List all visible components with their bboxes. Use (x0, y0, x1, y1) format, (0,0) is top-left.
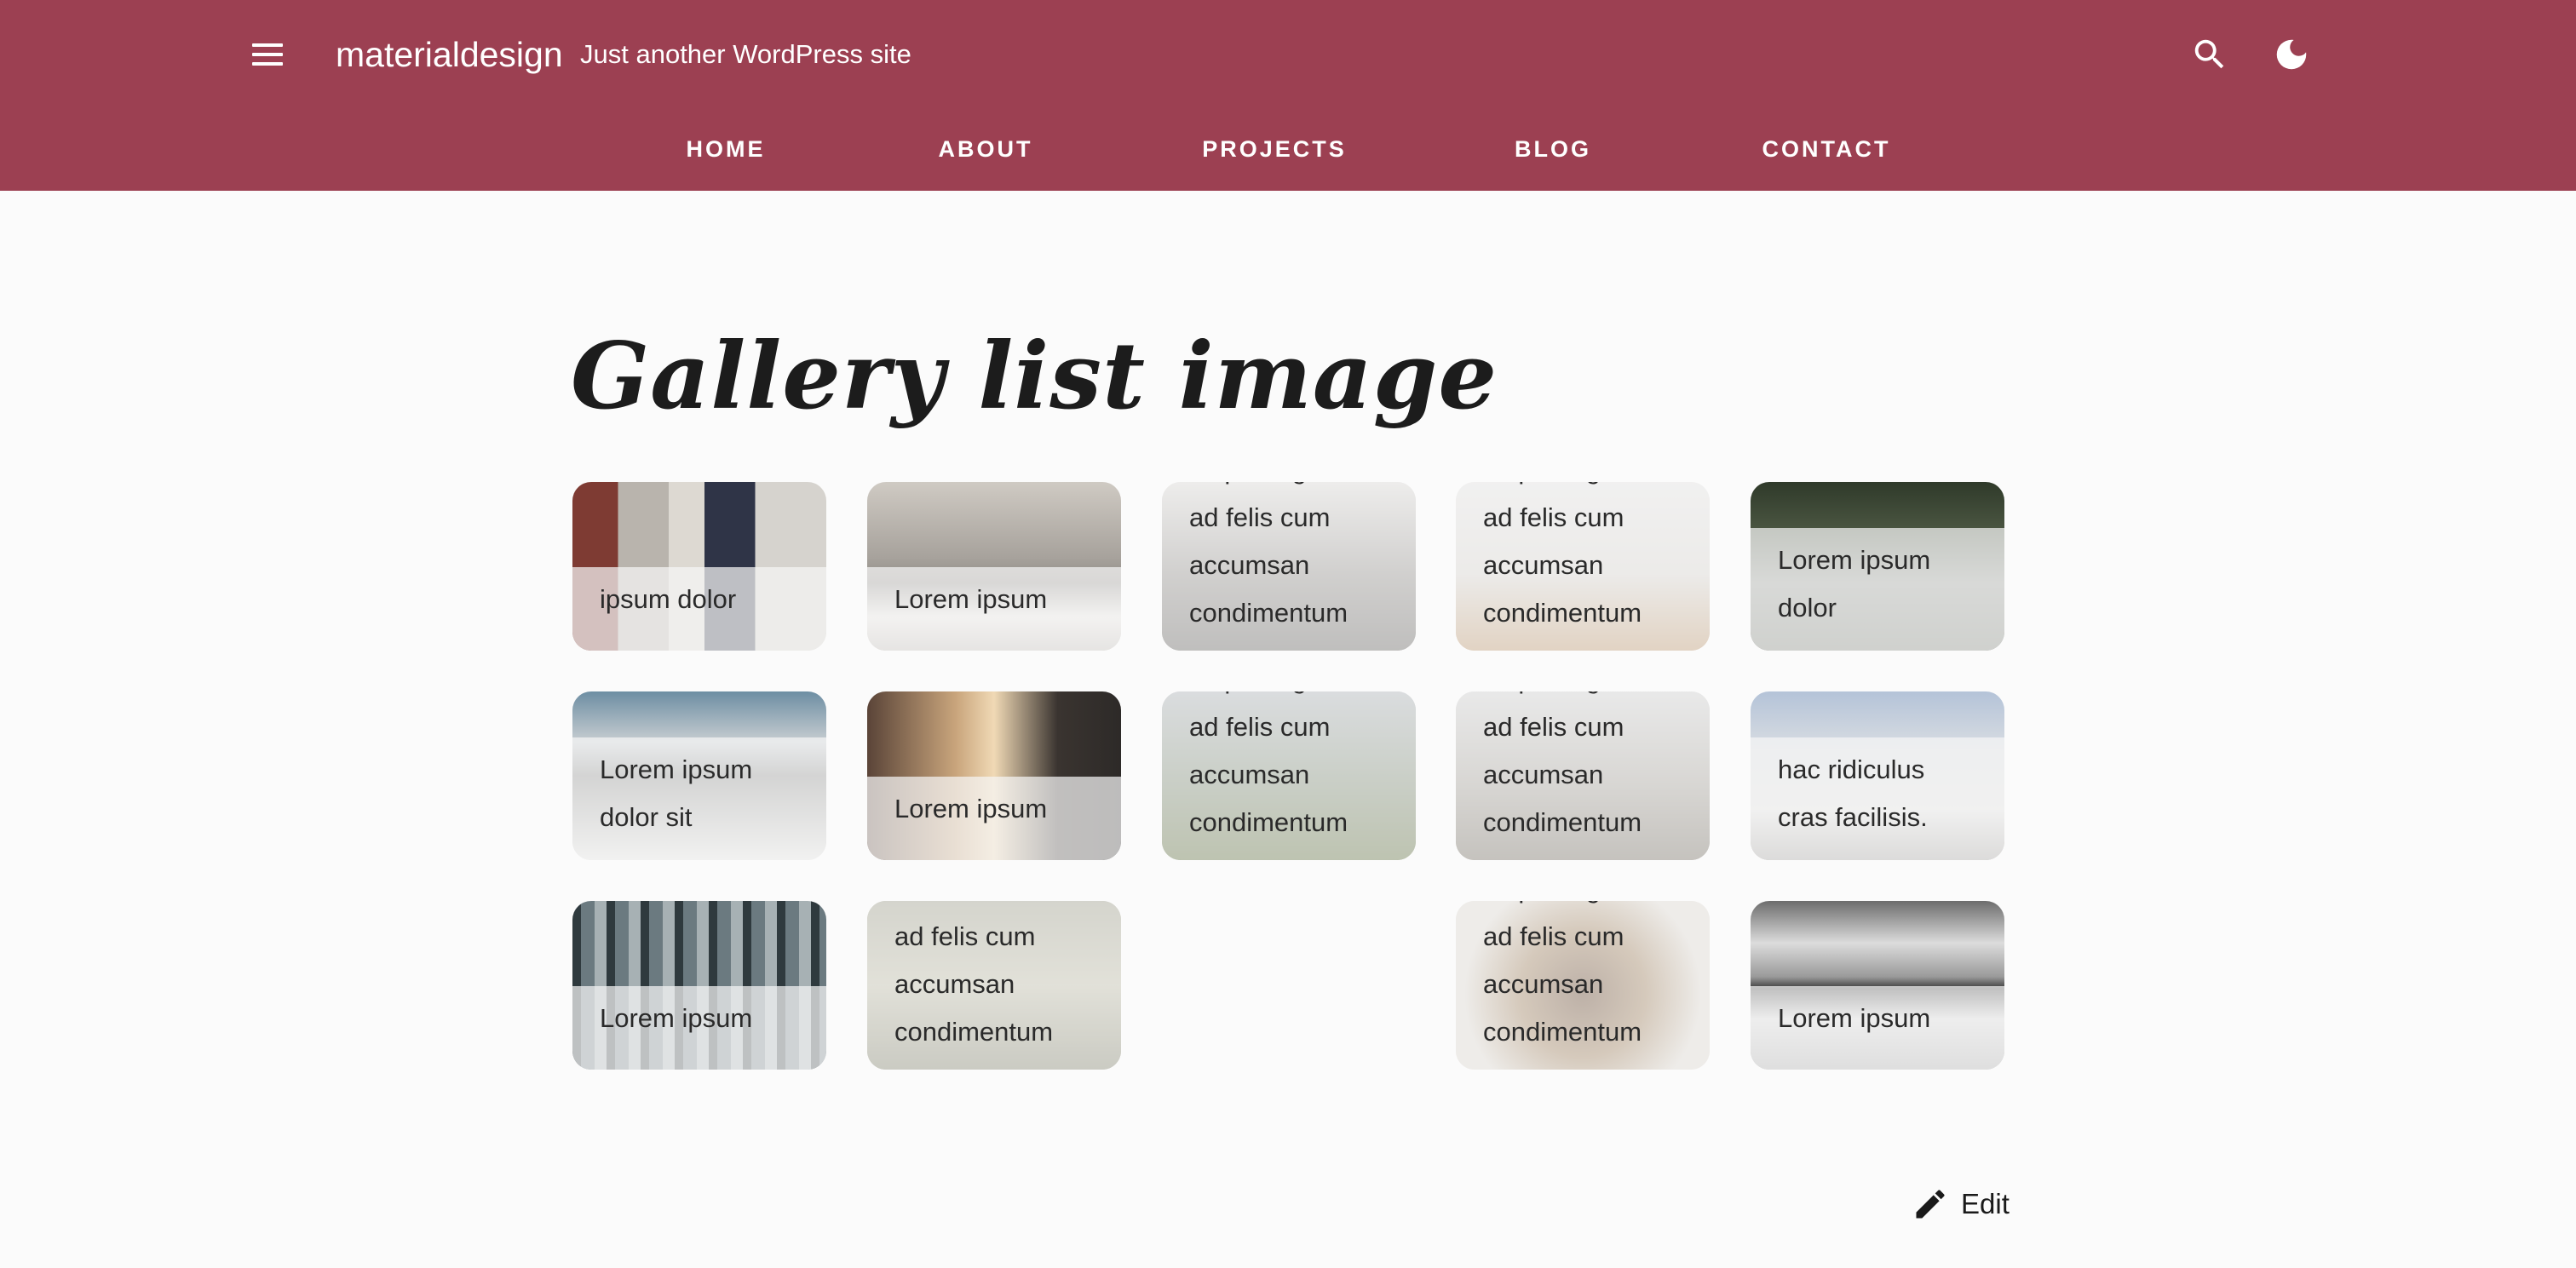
edit-link[interactable]: Edit (1912, 1184, 2010, 1225)
page-title: Gallery list image (571, 323, 1498, 430)
gallery-caption: ipsum dolor (572, 567, 826, 651)
gallery-caption: Lorem ipsum dolor (1751, 528, 2004, 651)
site-title[interactable]: materialdesign (336, 31, 563, 78)
site-header: materialdesign Just another WordPress si… (0, 0, 2576, 191)
edit-label: Edit (1961, 1188, 2010, 1219)
gallery-caption: adipiscing elit, ad felis cum accumsan c… (1162, 691, 1416, 860)
gallery-item[interactable]: hac ridiculus cras facilisis. (1751, 691, 2004, 860)
dark-mode-icon[interactable] (2268, 31, 2315, 78)
site-tagline: Just another WordPress site (580, 39, 911, 69)
nav-blog[interactable]: BLOG (1515, 128, 1591, 170)
gallery-item[interactable]: adipiscing elit, ad felis cum accumsan c… (1456, 901, 1710, 1070)
nav-contact[interactable]: CONTACT (1762, 128, 1891, 170)
gallery-caption: adipiscing elit, ad felis cum accumsan c… (1456, 901, 1710, 1070)
gallery-caption: Lorem ipsum (1751, 986, 2004, 1070)
gallery-caption: adipiscing elit, ad felis cum accumsan c… (1456, 482, 1710, 651)
gallery-caption: Lorem ipsum (867, 777, 1121, 860)
gallery-caption: adipiscing elit, ad felis cum accumsan c… (1456, 691, 1710, 860)
gallery-item[interactable]: adipiscing elit, ad felis cum accumsan c… (1162, 482, 1416, 651)
gallery-caption: adipiscing elit, ad felis cum accumsan c… (1162, 482, 1416, 651)
nav-home[interactable]: HOME (687, 128, 766, 170)
menu-icon[interactable] (244, 34, 291, 75)
nav-projects[interactable]: PROJECTS (1202, 128, 1347, 170)
main-nav: HOME ABOUT PROJECTS BLOG CONTACT (0, 128, 2576, 170)
gallery-item[interactable]: adipiscing elit, ad felis cum accumsan c… (1456, 482, 1710, 651)
gallery-caption: ad felis cum accumsan condimentum (867, 901, 1121, 1070)
gallery-caption: hac ridiculus cras facilisis. (1751, 737, 2004, 860)
nav-about[interactable]: ABOUT (939, 128, 1033, 170)
gallery-item[interactable]: Lorem ipsum (1751, 901, 2004, 1070)
gallery-caption: Lorem ipsum (867, 567, 1121, 651)
gallery-caption: Lorem ipsum (572, 986, 826, 1070)
search-icon[interactable] (2186, 31, 2234, 78)
gallery-item[interactable]: Lorem ipsum (867, 482, 1121, 651)
gallery-item[interactable]: ad felis cum accumsan condimentum (867, 901, 1121, 1070)
gallery-item[interactable]: ipsum dolor (572, 482, 826, 651)
gallery-item[interactable]: Lorem ipsum (867, 691, 1121, 860)
gallery-item[interactable]: adipiscing elit, ad felis cum accumsan c… (1162, 691, 1416, 860)
gallery-item[interactable]: adipiscing elit, ad felis cum accumsan c… (1456, 691, 1710, 860)
pencil-icon (1916, 1190, 1945, 1219)
gallery-item[interactable]: Lorem ipsum dolor (1751, 482, 2004, 651)
gallery-item[interactable]: Lorem ipsum dolor sit (572, 691, 826, 860)
gallery-caption: Lorem ipsum dolor sit (572, 737, 826, 860)
gallery-item[interactable]: Lorem ipsum (572, 901, 826, 1070)
